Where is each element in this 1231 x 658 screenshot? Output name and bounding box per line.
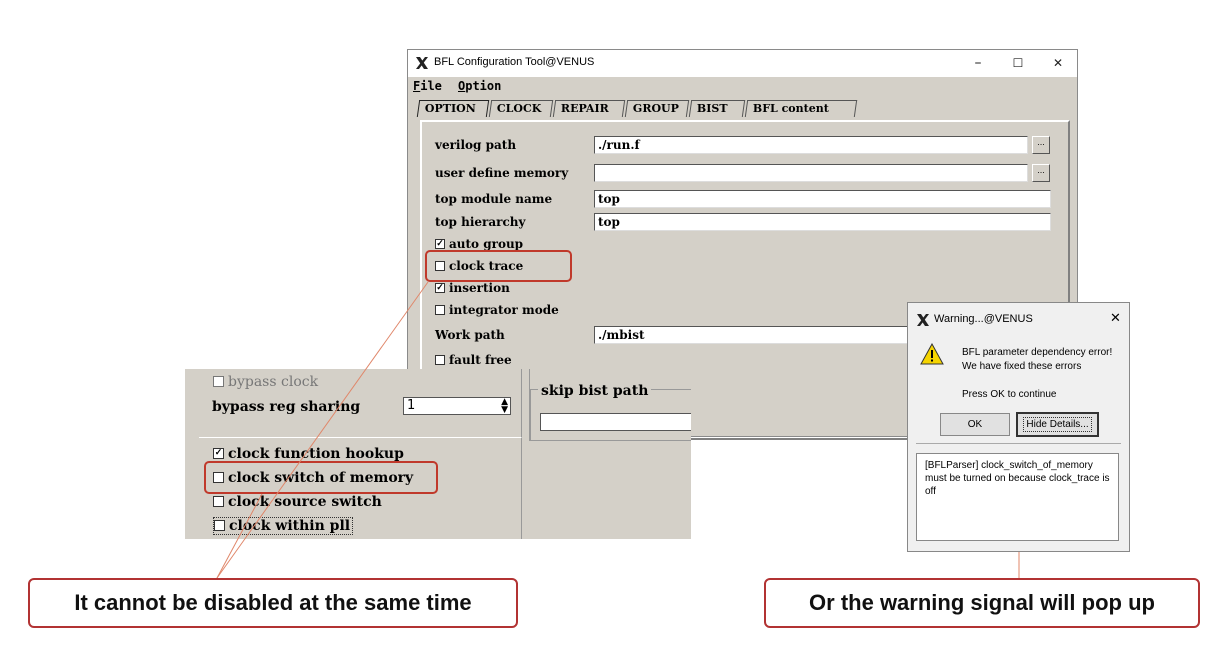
clock-function-hookup-check-box: ✓ <box>213 447 224 459</box>
menu-file[interactable]: File <box>413 79 442 93</box>
user-define-memory-browse-button[interactable]: ... <box>1032 164 1050 182</box>
integrator-mode-label: integrator mode <box>449 303 559 317</box>
spinner-arrows-icon[interactable]: ▲ ▼ <box>501 398 508 415</box>
tab-option[interactable]: OPTION <box>416 100 490 117</box>
tab-clock[interactable]: CLOCK <box>488 100 554 117</box>
user-define-memory-input[interactable] <box>594 164 1028 182</box>
left-callout: It cannot be disabled at the same time <box>28 578 518 628</box>
window-title: BFL Configuration Tool@VENUS <box>434 56 595 68</box>
close-button[interactable]: ✕ <box>1044 54 1072 72</box>
user-define-memory-label: user define memory <box>435 166 569 180</box>
title-bar[interactable]: BFL Configuration Tool@VENUS – ☐ ✕ <box>408 50 1077 77</box>
warning-prompt: Press OK to continue <box>962 389 1057 400</box>
auto-group-label: auto group <box>449 237 524 251</box>
ok-button[interactable]: OK <box>940 413 1010 436</box>
clock-source-switch-label: clock source switch <box>228 494 382 510</box>
skip-bist-path-input[interactable] <box>540 413 691 431</box>
clock-within-pll-check-box <box>214 519 225 531</box>
warning-dialog: Warning...@VENUS ✕ BFL parameter depende… <box>907 302 1130 552</box>
x-logo-icon <box>416 57 428 69</box>
maximize-button[interactable]: ☐ <box>1004 54 1032 72</box>
auto-group-checkbox[interactable]: ✓ auto group <box>435 237 523 251</box>
tab-bist-label: BIST <box>696 102 728 115</box>
insertion-checkbox[interactable]: ✓ insertion <box>435 281 510 295</box>
fault-free-checkbox[interactable]: fault free <box>435 353 512 367</box>
bypass-clock-check-box <box>213 375 224 387</box>
menu-option-label: ption <box>465 79 502 93</box>
insertion-check-box: ✓ <box>435 282 445 293</box>
warning-message-line1: BFL parameter dependency error! <box>962 347 1113 358</box>
integrator-mode-checkbox[interactable]: integrator mode <box>435 303 559 317</box>
tab-bist[interactable]: BIST <box>688 100 746 117</box>
menu-option[interactable]: Option <box>458 79 501 93</box>
clock-source-switch-checkbox[interactable]: clock source switch <box>213 494 382 510</box>
auto-group-check-box: ✓ <box>435 238 445 249</box>
dialog-separator <box>916 443 1121 444</box>
clock-within-pll-label: clock within pll <box>229 518 351 534</box>
integrator-mode-check-box <box>435 304 445 315</box>
hide-details-button[interactable]: Hide Details... <box>1016 412 1099 437</box>
top-hierarchy-input[interactable]: top <box>594 213 1051 231</box>
warning-details-text[interactable]: [BFLParser] clock_switch_of_memory must … <box>916 453 1119 541</box>
warning-message-line2: We have fixed these errors <box>962 361 1082 372</box>
tab-repair[interactable]: REPAIR <box>552 100 626 117</box>
hide-details-label: Hide Details... <box>1023 417 1092 432</box>
top-module-name-input[interactable]: top <box>594 190 1051 208</box>
verilog-path-browse-button[interactable]: ... <box>1032 136 1050 154</box>
bypass-reg-sharing-label: bypass reg sharing <box>212 399 361 415</box>
bypass-clock-label: bypass clock <box>228 374 319 390</box>
tab-clock-label: CLOCK <box>496 102 542 115</box>
skip-bist-path-label: skip bist path <box>538 383 652 399</box>
tab-group-label: GROUP <box>632 102 679 115</box>
clock-within-pll-checkbox[interactable]: clock within pll <box>213 517 354 535</box>
top-hierarchy-label: top hierarchy <box>435 215 526 229</box>
work-path-label: Work path <box>435 328 505 342</box>
clock-trace-highlight <box>425 250 572 282</box>
clock-source-switch-check-box <box>213 495 224 507</box>
menu-file-label: ile <box>420 79 442 93</box>
clock-function-hookup-checkbox[interactable]: ✓ clock function hookup <box>213 446 404 462</box>
tab-bfl-content-label: BFL content <box>752 102 829 115</box>
clock-switch-of-memory-highlight <box>204 461 438 494</box>
bypass-reg-sharing-value: 1 <box>407 398 416 413</box>
right-callout: Or the warning signal will pop up <box>764 578 1200 628</box>
fault-free-check-box <box>435 354 445 365</box>
tab-option-label: OPTION <box>424 102 476 115</box>
tab-bfl-content[interactable]: BFL content <box>744 100 858 117</box>
tab-group[interactable]: GROUP <box>624 100 690 117</box>
top-module-name-label: top module name <box>435 192 553 206</box>
clock-function-hookup-label: clock function hookup <box>228 446 404 462</box>
verilog-path-input[interactable]: ./run.f <box>594 136 1028 154</box>
zoomed-clock-options-inset: bypass clock bypass reg sharing 1 ▲ ▼ ski… <box>185 369 691 539</box>
x-logo-icon <box>917 314 929 326</box>
minimize-button[interactable]: – <box>964 54 992 72</box>
tab-repair-label: REPAIR <box>560 102 609 115</box>
warning-close-button[interactable]: ✕ <box>1110 311 1121 326</box>
bypass-clock-checkbox[interactable]: bypass clock <box>213 374 318 390</box>
warning-dialog-title: Warning...@VENUS <box>934 313 1033 325</box>
insertion-label: insertion <box>449 281 510 295</box>
warning-icon <box>920 343 944 365</box>
verilog-path-label: verilog path <box>435 138 517 152</box>
fault-free-label: fault free <box>449 353 512 367</box>
bypass-reg-sharing-spinner[interactable]: 1 ▲ ▼ <box>403 397 511 415</box>
menu-bar: File Option <box>408 77 1077 97</box>
